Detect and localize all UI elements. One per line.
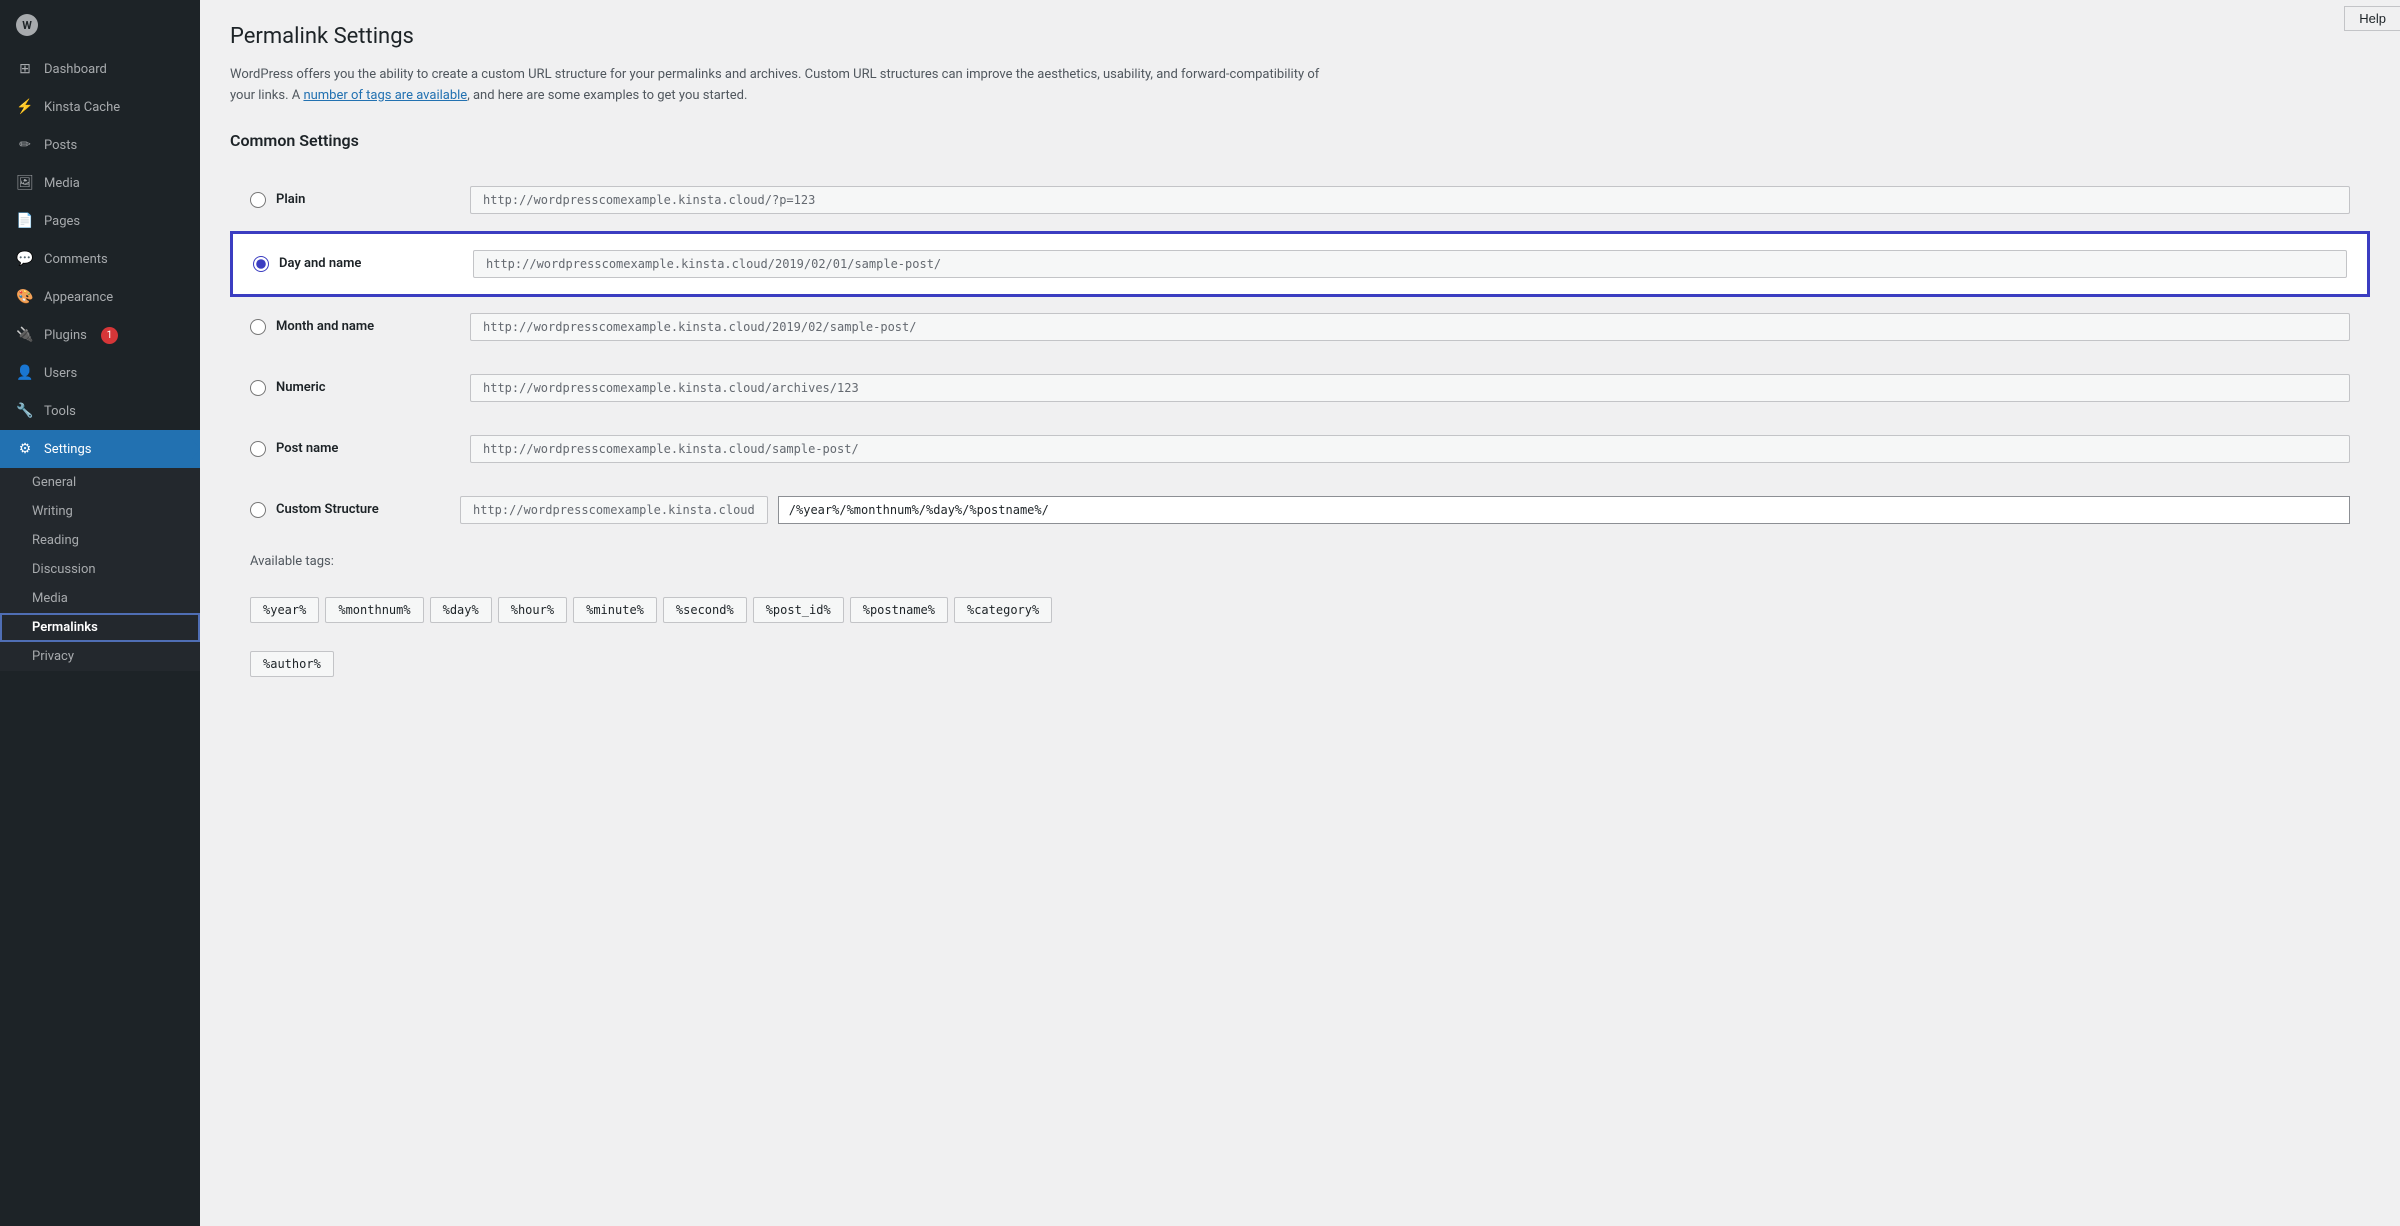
settings-icon: ⚙ — [16, 440, 34, 458]
site-logo[interactable]: W — [0, 0, 200, 50]
main-content: Permalink Settings WordPress offers you … — [200, 0, 2400, 1226]
radio-numeric[interactable] — [250, 380, 266, 396]
tag-day[interactable]: %day% — [430, 597, 492, 623]
comments-icon: 💬 — [16, 250, 34, 268]
sidebar-item-tools[interactable]: 🔧 Tools — [0, 392, 200, 430]
option-day-and-name: Day and name http://wordpresscomexample.… — [230, 231, 2370, 297]
tag-category[interactable]: %category% — [954, 597, 1052, 623]
sidebar-item-label: Appearance — [44, 290, 113, 305]
option-post-name-label[interactable]: Post name — [250, 441, 450, 457]
url-month-and-name: http://wordpresscomexample.kinsta.cloud/… — [470, 313, 2350, 341]
sidebar-item-users[interactable]: 👤 Users — [0, 354, 200, 392]
sidebar-item-label: Plugins — [44, 328, 87, 343]
option-plain-label[interactable]: Plain — [250, 192, 450, 208]
url-plain: http://wordpresscomexample.kinsta.cloud/… — [470, 186, 2350, 214]
sidebar-item-label: Kinsta Cache — [44, 100, 120, 115]
sidebar-item-pages[interactable]: 📄 Pages — [0, 202, 200, 240]
sidebar-item-label: Dashboard — [44, 62, 107, 77]
option-day-and-name-label[interactable]: Day and name — [253, 256, 453, 272]
custom-base-url: http://wordpresscomexample.kinsta.cloud — [460, 496, 768, 524]
pages-icon: 📄 — [16, 212, 34, 230]
option-numeric-label[interactable]: Numeric — [250, 380, 450, 396]
sidebar-item-media[interactable]: 🖼 Media — [0, 164, 200, 202]
settings-submenu: General Writing Reading Discussion Media… — [0, 468, 200, 671]
sidebar-sub-privacy[interactable]: Privacy — [0, 642, 200, 671]
common-settings-title: Common Settings — [230, 131, 2370, 150]
custom-structure-input[interactable] — [778, 496, 2350, 524]
intro-text-after: , and here are some examples to get you … — [467, 88, 747, 103]
users-icon: 👤 — [16, 364, 34, 382]
available-tags-label: Available tags: — [250, 554, 334, 569]
dashboard-icon: ⊞ — [16, 60, 34, 78]
help-button[interactable]: Help — [2344, 6, 2400, 31]
intro-paragraph: WordPress offers you the ability to crea… — [230, 65, 1330, 107]
media-icon: 🖼 — [16, 174, 34, 192]
option-custom-structure: Custom Structure http://wordpresscomexam… — [230, 480, 2370, 694]
wp-logo-icon: W — [16, 14, 38, 36]
tag-monthnum[interactable]: %monthnum% — [325, 597, 423, 623]
radio-plain[interactable] — [250, 192, 266, 208]
sidebar-item-comments[interactable]: 💬 Comments — [0, 240, 200, 278]
option-numeric: Numeric http://wordpresscomexample.kinst… — [230, 358, 2370, 419]
radio-custom[interactable] — [250, 502, 266, 518]
sidebar-item-label: Media — [44, 176, 80, 191]
sidebar-item-label: Pages — [44, 214, 80, 229]
option-plain: Plain http://wordpresscomexample.kinsta.… — [230, 170, 2370, 231]
tools-icon: 🔧 — [16, 402, 34, 420]
sidebar-item-appearance[interactable]: 🎨 Appearance — [0, 278, 200, 316]
sidebar-sub-permalinks[interactable]: Permalinks — [0, 613, 200, 642]
tags-row: %year% %monthnum% %day% %hour% %minute% … — [250, 597, 1052, 623]
sidebar-item-dashboard[interactable]: ⊞ Dashboard — [0, 50, 200, 88]
radio-month-and-name[interactable] — [250, 319, 266, 335]
sidebar-item-label: Settings — [44, 442, 91, 457]
sidebar-item-settings[interactable]: ⚙ Settings — [0, 430, 200, 468]
settings-arrow — [192, 439, 200, 459]
option-month-and-name-label[interactable]: Month and name — [250, 319, 450, 335]
custom-top-row: Custom Structure http://wordpresscomexam… — [250, 496, 2350, 524]
sidebar-sub-writing[interactable]: Writing — [0, 497, 200, 526]
page-title: Permalink Settings — [230, 24, 2370, 49]
url-post-name: http://wordpresscomexample.kinsta.cloud/… — [470, 435, 2350, 463]
sidebar-item-label: Tools — [44, 404, 76, 419]
option-post-name: Post name http://wordpresscomexample.kin… — [230, 419, 2370, 480]
sidebar-item-kinsta-cache[interactable]: ⚡ Kinsta Cache — [0, 88, 200, 126]
tag-hour[interactable]: %hour% — [498, 597, 567, 623]
sidebar-sub-general[interactable]: General — [0, 468, 200, 497]
tags-row-2: %author% — [250, 651, 334, 677]
sidebar-item-label: Users — [44, 366, 77, 381]
sidebar-item-label: Posts — [44, 138, 77, 153]
plugins-badge: 1 — [101, 327, 118, 344]
sidebar-sub-discussion[interactable]: Discussion — [0, 555, 200, 584]
radio-day-and-name[interactable] — [253, 256, 269, 272]
sidebar-item-posts[interactable]: ✏ Posts — [0, 126, 200, 164]
tag-postname[interactable]: %postname% — [850, 597, 948, 623]
tag-post-id[interactable]: %post_id% — [753, 597, 844, 623]
tag-minute[interactable]: %minute% — [573, 597, 657, 623]
option-custom-label[interactable]: Custom Structure — [250, 502, 450, 518]
tag-second[interactable]: %second% — [663, 597, 747, 623]
url-day-and-name: http://wordpresscomexample.kinsta.cloud/… — [473, 250, 2347, 278]
tag-author[interactable]: %author% — [250, 651, 334, 677]
posts-icon: ✏ — [16, 136, 34, 154]
tag-year[interactable]: %year% — [250, 597, 319, 623]
radio-post-name[interactable] — [250, 441, 266, 457]
intro-link[interactable]: number of tags are available — [303, 88, 467, 103]
plugins-icon: 🔌 — [16, 326, 34, 344]
sidebar: W ⊞ Dashboard ⚡ Kinsta Cache ✏ Posts 🖼 M… — [0, 0, 200, 1226]
kinsta-icon: ⚡ — [16, 98, 34, 116]
url-numeric: http://wordpresscomexample.kinsta.cloud/… — [470, 374, 2350, 402]
appearance-icon: 🎨 — [16, 288, 34, 306]
sidebar-item-plugins[interactable]: 🔌 Plugins 1 — [0, 316, 200, 354]
option-month-and-name: Month and name http://wordpresscomexampl… — [230, 297, 2370, 358]
sidebar-sub-reading[interactable]: Reading — [0, 526, 200, 555]
sidebar-sub-media[interactable]: Media — [0, 584, 200, 613]
sidebar-item-label: Comments — [44, 252, 108, 267]
